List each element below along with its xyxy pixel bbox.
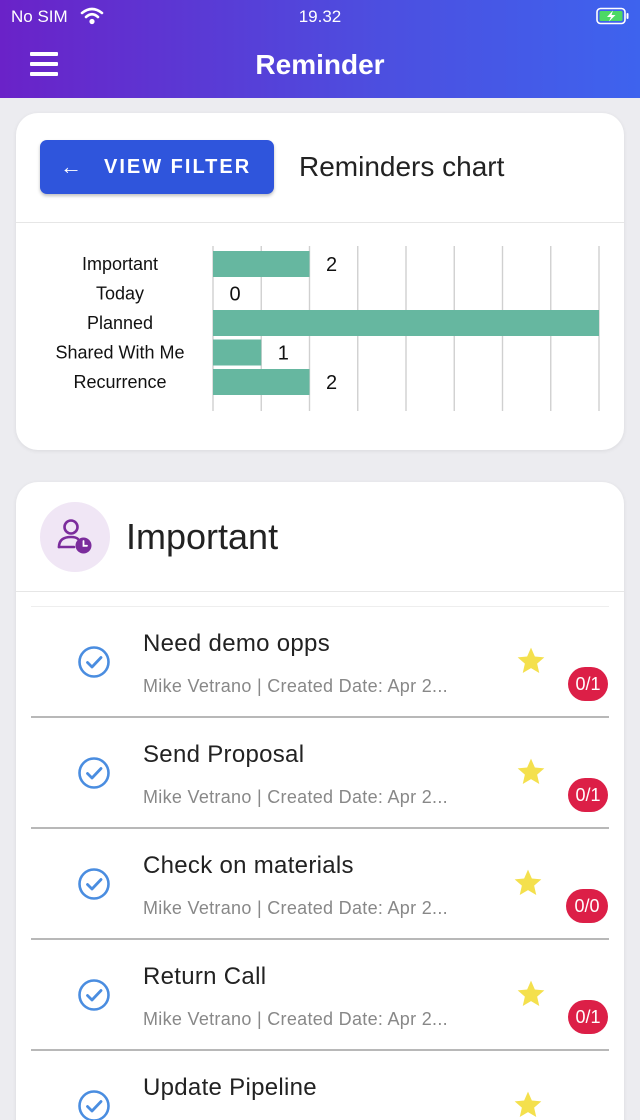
list-item[interactable]: Need demo opps Mike Vetrano | Created Da… (31, 607, 609, 718)
list-item[interactable]: Send Proposal Mike Vetrano | Created Dat… (31, 718, 609, 829)
important-card: Important Need demo opps Mike Vetrano | … (16, 482, 624, 1120)
battery-icon (596, 7, 630, 30)
list-item[interactable]: Update Pipeline (31, 1051, 609, 1120)
app-header: No SIM 19.32 Reminder (0, 0, 640, 98)
list-item[interactable]: Check on materials Mike Vetrano | Create… (31, 829, 609, 940)
star-icon[interactable] (512, 1089, 544, 1120)
status-badge: 0/1 (568, 667, 608, 701)
star-icon[interactable] (515, 756, 547, 793)
status-badge: 0/0 (566, 889, 608, 923)
category-label: Planned (87, 313, 153, 333)
chart-title: Reminders chart (299, 151, 505, 182)
view-filter-button[interactable]: ← VIEW FILTER (40, 140, 274, 194)
star-icon[interactable] (512, 867, 544, 904)
reminders-bar-chart: Important 2 Today 0 Planned Shared With Me 1 Re… (55, 246, 600, 411)
item-subtitle: Mike Vetrano | Created Date: Apr 2... (143, 1009, 448, 1029)
status-badge: 0/1 (568, 778, 608, 812)
category-label: Important (82, 254, 158, 274)
item-title: Check on materials (143, 852, 354, 879)
status-bar: No SIM 19.32 (0, 0, 640, 34)
status-time: 19.32 (298, 7, 342, 26)
bar-shared-with-me[interactable] (213, 339, 262, 366)
data-label: 2 (326, 254, 337, 276)
item-subtitle: Mike Vetrano | Created Date: Apr 2... (143, 898, 448, 918)
bar-recurrence[interactable] (213, 369, 310, 395)
section-title: Important (126, 516, 279, 557)
data-label: 0 (229, 284, 240, 306)
category-label: Recurrence (73, 372, 166, 392)
star-icon[interactable] (515, 978, 547, 1015)
divider (16, 222, 624, 223)
item-title: Return Call (143, 963, 267, 990)
data-label: 1 (278, 343, 289, 365)
item-title: Need demo opps (143, 630, 330, 657)
item-title: Update Pipeline (143, 1074, 317, 1101)
chart-card: ← VIEW FILTER Reminders chart Important 2… (16, 113, 624, 450)
check-circle-icon[interactable] (77, 645, 111, 684)
item-subtitle: Mike Vetrano | Created Date: Apr 2... (143, 676, 448, 696)
status-badge: 0/1 (568, 1000, 608, 1034)
star-icon[interactable] (515, 645, 547, 682)
check-circle-icon[interactable] (77, 978, 111, 1017)
list-item[interactable]: Return Call Mike Vetrano | Created Date:… (31, 940, 609, 1051)
check-circle-icon[interactable] (77, 867, 111, 906)
user-clock-icon (40, 502, 110, 572)
bar-planned[interactable] (213, 310, 599, 336)
data-label: 2 (326, 372, 337, 394)
view-filter-label: VIEW FILTER (104, 155, 252, 178)
check-circle-icon[interactable] (77, 756, 111, 795)
category-label: Shared With Me (55, 343, 184, 363)
arrow-left-icon: ← (60, 154, 82, 179)
item-title: Send Proposal (143, 741, 305, 768)
page-title: Reminder (255, 49, 385, 80)
divider (16, 591, 624, 592)
item-subtitle: Mike Vetrano | Created Date: Apr 2... (143, 787, 448, 807)
category-label: Today (96, 284, 144, 304)
bar-important[interactable] (213, 251, 310, 277)
check-circle-icon[interactable] (77, 1089, 111, 1120)
